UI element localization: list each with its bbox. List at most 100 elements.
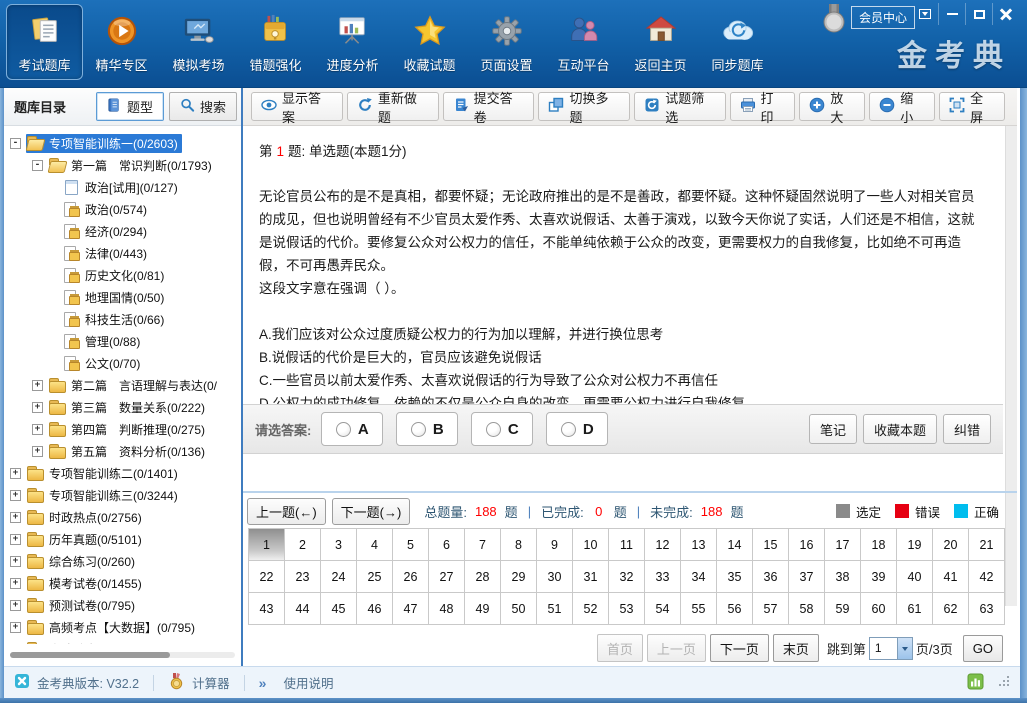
question-number-cell[interactable]: 57 (753, 593, 789, 625)
favorite-question-button[interactable]: 收藏本题 (863, 414, 937, 444)
tray-button[interactable] (911, 3, 938, 25)
answer-choice-button[interactable]: B (396, 412, 458, 446)
question-number-cell[interactable]: 24 (321, 561, 357, 593)
filter-button[interactable]: 试题筛选 (634, 92, 725, 121)
question-number-cell[interactable]: 18 (861, 529, 897, 561)
question-number-cell[interactable]: 60 (861, 593, 897, 625)
question-number-cell[interactable]: 6 (429, 529, 465, 561)
question-number-cell[interactable]: 10 (573, 529, 609, 561)
question-number-cell[interactable]: 28 (465, 561, 501, 593)
radio-icon[interactable] (561, 422, 576, 437)
tree-item[interactable]: 政治(0/574) (4, 198, 241, 220)
question-number-cell[interactable]: 53 (609, 593, 645, 625)
vertical-scrollbar-track[interactable] (1005, 126, 1017, 606)
question-number-cell[interactable]: 23 (285, 561, 321, 593)
tree-expander-icon[interactable] (32, 380, 43, 391)
radio-icon[interactable] (411, 422, 426, 437)
switch-multi-button[interactable]: 切换多题 (538, 92, 630, 121)
question-number-cell[interactable]: 61 (897, 593, 933, 625)
help-item[interactable]: » 使用说明 (259, 673, 334, 692)
tree-expander-icon[interactable] (10, 600, 21, 611)
next-page-button[interactable]: 下一页 (710, 634, 769, 662)
tab-featured-zone[interactable]: 精华专区 (83, 4, 160, 80)
tree-item[interactable]: 法律(0/443) (4, 242, 241, 264)
question-number-cell[interactable]: 27 (429, 561, 465, 593)
tab-exam-bank[interactable]: 考试题库 (6, 4, 83, 80)
tab-wrong-question-drill[interactable]: 错题强化 (237, 4, 314, 80)
question-number-cell[interactable]: 22 (249, 561, 285, 593)
question-number-cell[interactable]: 63 (969, 593, 1005, 625)
question-number-cell[interactable]: 55 (681, 593, 717, 625)
question-number-cell[interactable]: 41 (933, 561, 969, 593)
tree-item[interactable]: 历史文化(0/81) (4, 264, 241, 286)
question-number-cell[interactable]: 20 (933, 529, 969, 561)
tree-expander-icon[interactable] (32, 424, 43, 435)
question-number-cell[interactable]: 12 (645, 529, 681, 561)
radio-icon[interactable] (336, 422, 351, 437)
question-number-cell[interactable]: 19 (897, 529, 933, 561)
tree-item[interactable]: 时政热点(0/2756) (4, 506, 241, 528)
tree-item[interactable]: 地理国情(0/50) (4, 286, 241, 308)
print-button[interactable]: 打印 (730, 92, 796, 121)
tree-item[interactable]: 第二篇 言语理解与表达(0/ (4, 374, 241, 396)
search-button[interactable]: 搜索 (169, 92, 237, 121)
maximize-button[interactable] (965, 3, 992, 25)
tab-mock-exam[interactable]: 模拟考场 (160, 4, 237, 80)
question-number-cell[interactable]: 15 (753, 529, 789, 561)
question-number-cell[interactable]: 48 (429, 593, 465, 625)
tree-item[interactable]: 第五篇 资料分析(0/136) (4, 440, 241, 462)
question-number-cell[interactable]: 14 (717, 529, 753, 561)
radio-icon[interactable] (486, 422, 501, 437)
question-number-cell[interactable]: 36 (753, 561, 789, 593)
resize-grip-icon[interactable] (998, 675, 1010, 690)
question-number-cell[interactable]: 17 (825, 529, 861, 561)
question-number-cell[interactable]: 13 (681, 529, 717, 561)
dropdown-arrow-icon[interactable] (897, 638, 912, 659)
tree-expander-icon[interactable] (10, 578, 21, 589)
tree-item[interactable]: 科技生活(0/66) (4, 308, 241, 330)
tree-expander-icon[interactable] (10, 512, 21, 523)
answer-choice-button[interactable]: D (546, 412, 608, 446)
tree-expander-icon[interactable] (10, 490, 21, 501)
question-number-cell[interactable]: 49 (465, 593, 501, 625)
tree-item[interactable]: 政治[试用](0/127) (4, 176, 241, 198)
question-number-cell[interactable]: 38 (825, 561, 861, 593)
question-number-cell[interactable]: 8 (501, 529, 537, 561)
tree-item[interactable]: 模考试卷(0/1455) (4, 572, 241, 594)
tree-item[interactable]: 第四篇 判断推理(0/275) (4, 418, 241, 440)
question-number-cell[interactable]: 35 (717, 561, 753, 593)
tree-item[interactable]: 第三篇 数量关系(0/222) (4, 396, 241, 418)
tree-item[interactable]: 专项智能训练一(0/2603) (4, 132, 241, 154)
question-number-cell[interactable]: 46 (357, 593, 393, 625)
green-chart-icon[interactable] (967, 673, 984, 693)
tree-item[interactable]: 综合练习(0/260) (4, 550, 241, 572)
answer-choice-button[interactable]: C (471, 412, 533, 446)
question-number-cell[interactable]: 32 (609, 561, 645, 593)
question-number-cell[interactable]: 44 (285, 593, 321, 625)
redo-button[interactable]: 重新做题 (347, 92, 439, 121)
question-number-cell[interactable]: 58 (789, 593, 825, 625)
sidebar-horizontal-scrollbar[interactable] (10, 652, 235, 658)
prev-question-button[interactable]: 上一题(←) (247, 498, 326, 525)
report-error-button[interactable]: 纠错 (943, 414, 991, 444)
question-number-cell[interactable]: 7 (465, 529, 501, 561)
scrollbar-thumb[interactable] (10, 652, 170, 658)
question-number-cell[interactable]: 39 (861, 561, 897, 593)
tab-return-home[interactable]: 返回主页 (622, 4, 699, 80)
tree-expander-icon[interactable] (10, 622, 21, 633)
tree-item[interactable]: 高频考点【大数据】(0/795) (4, 616, 241, 638)
tree-item[interactable]: 公文(0/70) (4, 352, 241, 374)
tree-item[interactable]: 经济(0/294) (4, 220, 241, 242)
question-number-cell[interactable]: 25 (357, 561, 393, 593)
last-page-button[interactable]: 末页 (773, 634, 819, 662)
tree-expander-icon[interactable] (32, 402, 43, 413)
note-button[interactable]: 笔记 (809, 414, 857, 444)
question-number-cell[interactable]: 59 (825, 593, 861, 625)
tree-item[interactable]: 管理(0/88) (4, 330, 241, 352)
question-number-cell[interactable]: 5 (393, 529, 429, 561)
fullscreen-button[interactable]: 全屏 (939, 92, 1005, 121)
tab-page-settings[interactable]: 页面设置 (468, 4, 545, 80)
zoom-in-button[interactable]: 放大 (799, 92, 865, 121)
tree-item[interactable]: 专项智能训练三(0/3244) (4, 484, 241, 506)
calculator-item[interactable]: 计算器 (168, 673, 230, 693)
